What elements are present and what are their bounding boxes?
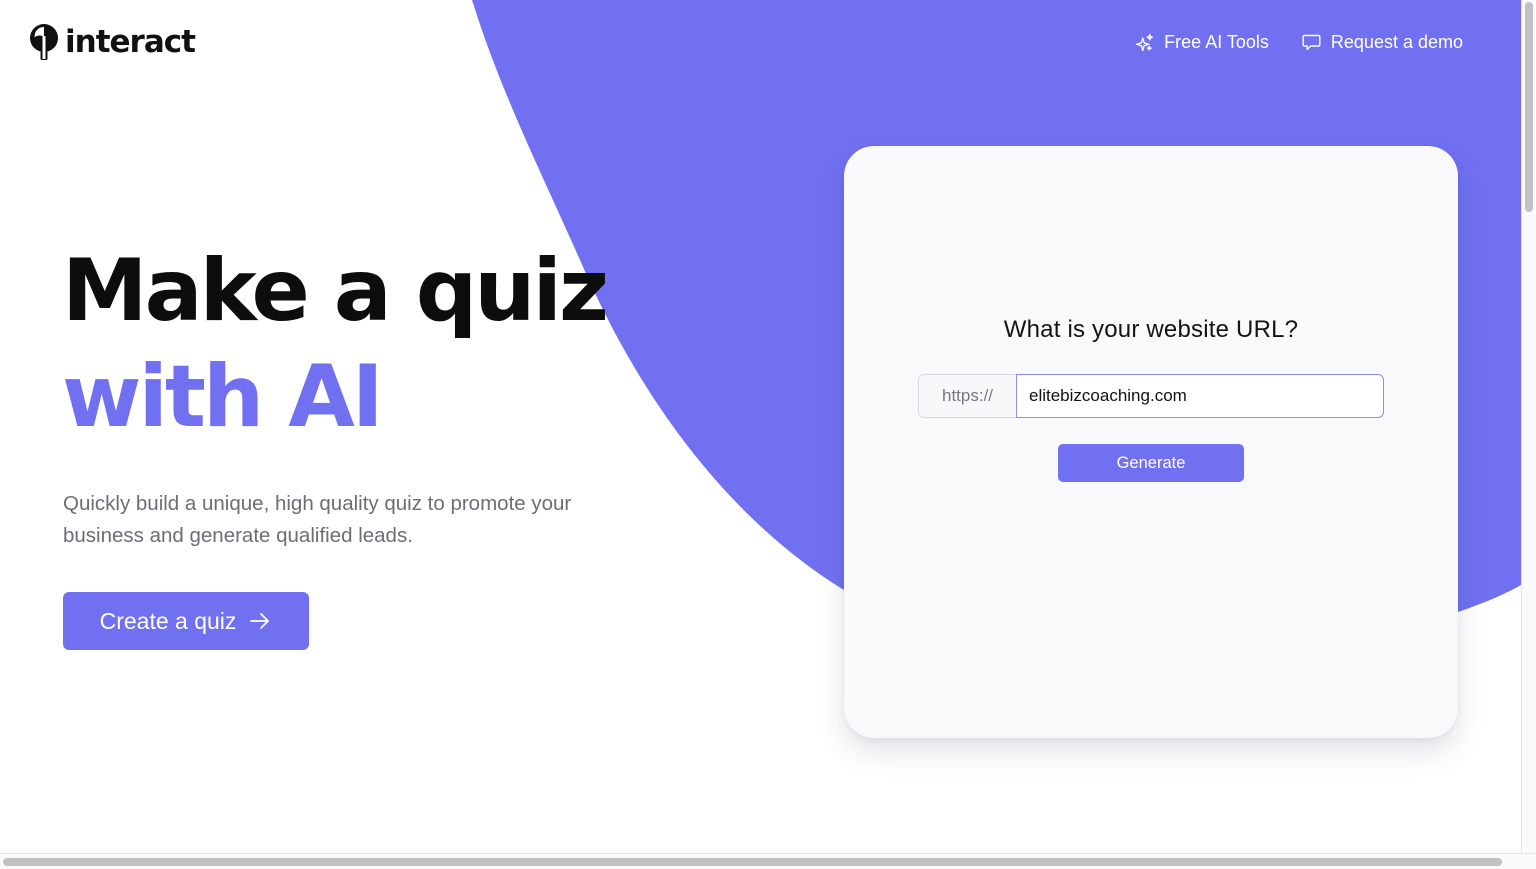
nav-free-ai-tools-label: Free AI Tools (1164, 31, 1269, 52)
hero-title-line-2: with AI (62, 347, 384, 447)
page: interact Free AI Tools Request a demo Ma… (0, 0, 1536, 869)
vertical-scrollbar[interactable] (1521, 0, 1536, 853)
browser-viewport: interact Free AI Tools Request a demo Ma… (0, 0, 1521, 853)
logo-text: interact (65, 24, 196, 60)
generate-button[interactable]: Generate (1058, 444, 1244, 482)
horizontal-scrollbar-thumb[interactable] (3, 858, 1502, 866)
hero-subtitle: Quickly build a unique, high quality qui… (63, 492, 572, 547)
create-quiz-button-label: Create a quiz (99, 607, 237, 634)
create-quiz-button[interactable]: Create a quiz (63, 592, 309, 650)
nav-request-demo[interactable]: Request a demo (1301, 28, 1463, 56)
logo[interactable]: interact (26, 22, 196, 62)
interact-logo-icon (30, 24, 58, 60)
chat-bubble-icon (1302, 34, 1321, 50)
url-input-group: https:// (918, 374, 1384, 418)
url-question: What is your website URL? (1003, 316, 1299, 343)
nav-free-ai-tools[interactable]: Free AI Tools (1134, 28, 1269, 56)
top-nav: Free AI Tools Request a demo (1134, 28, 1463, 56)
horizontal-scrollbar[interactable] (0, 853, 1536, 869)
website-url-input[interactable] (1016, 374, 1384, 418)
nav-request-demo-label: Request a demo (1330, 31, 1463, 52)
hero-title-line-1: Make a quiz (62, 241, 609, 341)
arrow-right-icon (250, 613, 270, 629)
hero-title: Make a quiz with AI (62, 238, 609, 450)
url-prefix: https:// (918, 374, 1016, 418)
sparkles-icon (1136, 33, 1154, 51)
vertical-scrollbar-thumb[interactable] (1525, 2, 1533, 212)
url-generator-card: What is your website URL? https:// Gener… (844, 146, 1458, 738)
